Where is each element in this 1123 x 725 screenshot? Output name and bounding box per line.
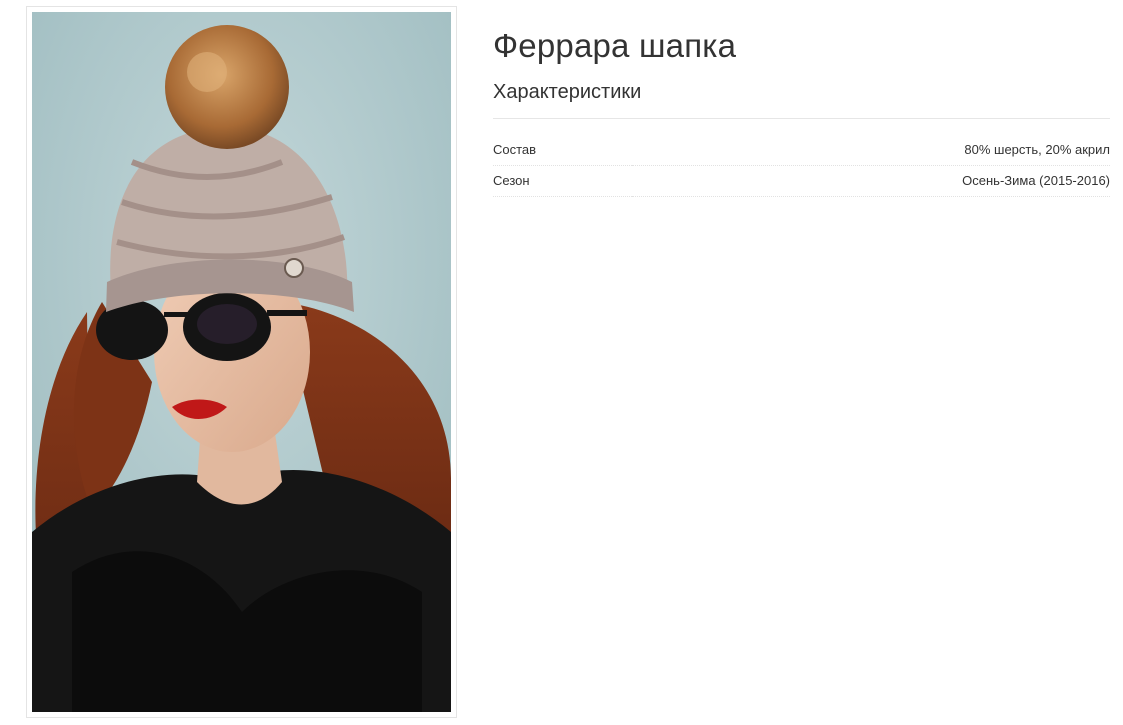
spec-row-season: Сезон Осень-Зима (2015-2016) bbox=[493, 165, 1110, 197]
spec-row-composition: Состав 80% шерсть, 20% акрил bbox=[493, 135, 1110, 166]
product-photo[interactable] bbox=[32, 12, 451, 712]
specs-table: Состав 80% шерсть, 20% акрил Сезон Осень… bbox=[493, 135, 1110, 197]
spec-name: Сезон bbox=[493, 165, 633, 197]
spec-name: Состав bbox=[493, 135, 633, 166]
product-photo-frame bbox=[26, 6, 457, 718]
product-title: Феррара шапка bbox=[493, 27, 737, 64]
spec-value: 80% шерсть, 20% акрил bbox=[632, 135, 1110, 166]
specs-heading: Характеристики bbox=[493, 80, 1110, 119]
product-info: Феррара шапка Характеристики Состав 80% … bbox=[493, 22, 1110, 197]
product-photo-illustration bbox=[32, 12, 451, 712]
spec-value: Осень-Зима (2015-2016) bbox=[632, 165, 1110, 197]
